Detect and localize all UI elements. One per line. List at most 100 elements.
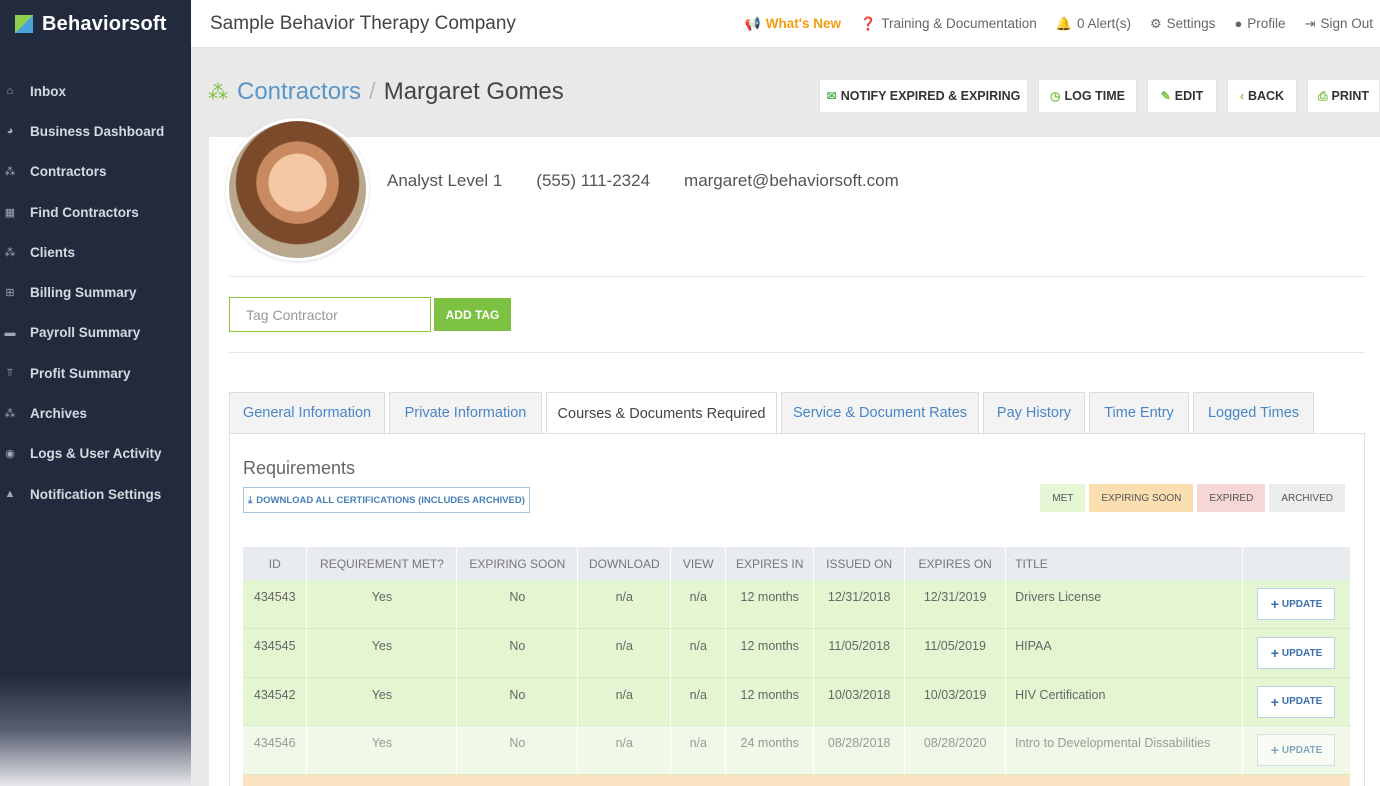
eye-icon: ◉ xyxy=(5,448,15,461)
behaviorsoft-logo-icon xyxy=(15,15,33,33)
cell-issued-on: 08/28/2018 xyxy=(813,725,906,775)
company-name: Sample Behavior Therapy Company xyxy=(210,12,516,34)
sidebar-item-archives[interactable]: ⁂ Archives xyxy=(0,393,191,433)
question-circle-icon: ❓ xyxy=(860,15,877,31)
profile-link[interactable]: ● Profile xyxy=(1234,16,1285,31)
column-header-requirement-met[interactable]: REQUIREMENT MET? xyxy=(306,547,458,580)
sidebar-item-profit-summary[interactable]: ⫪ Profit Summary xyxy=(0,353,191,393)
edit-label: EDIT xyxy=(1174,89,1204,103)
sidebar-item-billing-summary[interactable]: ⊞ Billing Summary xyxy=(0,272,191,312)
requirements-table: ID REQUIREMENT MET? EXPIRING SOON DOWNLO… xyxy=(243,547,1352,786)
column-header-issued-on[interactable]: ISSUED ON xyxy=(813,547,906,580)
cell-expiring-soon: No xyxy=(456,677,579,726)
table-row: 434545 Yes No n/a n/a 12 months 11/05/20… xyxy=(243,628,1352,678)
cell-actions: + UPDATE xyxy=(1242,725,1352,775)
print-icon: ⎙ xyxy=(1317,88,1328,103)
legend-expiring-soon: EXPIRING SOON xyxy=(1089,484,1194,512)
users-icon: ⁂ xyxy=(4,408,16,421)
tab-bar: General Information Private Information … xyxy=(229,392,1318,434)
column-header-expires-in[interactable]: EXPIRES IN xyxy=(725,547,815,580)
cell-download: n/a xyxy=(577,677,672,726)
back-button[interactable]: ‹ BACK xyxy=(1227,79,1297,113)
edit-button[interactable]: ✎ EDIT xyxy=(1147,79,1217,113)
table-row: 434546 Yes No n/a n/a 24 months 08/28/20… xyxy=(243,725,1352,775)
top-bar: Sample Behavior Therapy Company 📢 What's … xyxy=(191,0,1380,48)
contractor-phone: (555) 111-2324 xyxy=(536,171,651,190)
sidebar-item-label: Inbox xyxy=(30,83,66,99)
plus-icon: + xyxy=(1270,742,1279,758)
users-icon: ⁂ xyxy=(4,166,16,179)
tab-time-entry[interactable]: Time Entry xyxy=(1089,392,1189,433)
sidebar-item-label: Contractors xyxy=(30,164,107,180)
bell-icon: 🔔 xyxy=(1055,15,1072,31)
update-button[interactable]: + UPDATE xyxy=(1257,734,1336,766)
cell-view: n/a xyxy=(670,628,727,678)
sidebar-item-find-contractors[interactable]: ▦ Find Contractors xyxy=(0,192,191,232)
notify-label: NOTIFY EXPIRED & EXPIRING xyxy=(840,89,1021,103)
sidebar-item-label: Billing Summary xyxy=(30,285,137,301)
log-time-button[interactable]: ◷ LOG TIME xyxy=(1038,79,1137,113)
sidebar-item-payroll-summary[interactable]: ▬ Payroll Summary xyxy=(0,313,191,353)
tab-service-document-rates[interactable]: Service & Document Rates xyxy=(781,392,979,433)
sidebar-item-inbox[interactable]: ⌂ Inbox xyxy=(0,71,191,111)
sidebar-item-notification-settings[interactable]: ▲ Notification Settings xyxy=(0,474,191,514)
users-icon: ⁂ xyxy=(4,246,16,259)
cell-expires-in: 24 months xyxy=(725,725,815,775)
cell-expiring-soon: No xyxy=(456,628,579,678)
cell-actions: + UPDATE xyxy=(1242,677,1352,726)
cell-id: 434546 xyxy=(243,725,308,775)
page-title: Margaret Gomes xyxy=(383,78,564,105)
download-all-certifications-button[interactable]: ⤓ DOWNLOAD ALL CERTIFICATIONS (INCLUDES A… xyxy=(243,487,530,513)
legend-archived: ARCHIVED xyxy=(1269,484,1345,512)
divider xyxy=(229,352,1365,353)
bank-icon: ⫪ xyxy=(6,366,14,379)
tab-private-information[interactable]: Private Information xyxy=(389,392,542,433)
tab-pay-history[interactable]: Pay History xyxy=(983,392,1085,433)
sidebar-item-label: Archives xyxy=(30,406,88,422)
training-link[interactable]: ❓ Training & Documentation xyxy=(860,16,1037,32)
envelope-icon: ✉ xyxy=(826,89,837,103)
legend-expired: EXPIRED xyxy=(1197,484,1266,512)
cell-expiring-soon: No xyxy=(456,725,579,775)
update-button[interactable]: + UPDATE xyxy=(1257,637,1336,669)
notify-expired-button[interactable]: ✉ NOTIFY EXPIRED & EXPIRING xyxy=(819,79,1028,113)
column-header-title[interactable]: TITLE xyxy=(1005,547,1243,580)
contractor-level: Analyst Level 1 xyxy=(387,171,503,190)
money-icon: ▬ xyxy=(4,326,16,339)
alerts-link[interactable]: 🔔 0 Alert(s) xyxy=(1056,16,1131,32)
pencil-icon: ✎ xyxy=(1160,89,1171,103)
tab-general-information[interactable]: General Information xyxy=(229,392,385,433)
column-header-expires-on[interactable]: EXPIRES ON xyxy=(904,547,1007,580)
whats-new-link[interactable]: 📢 What's New xyxy=(745,16,841,32)
sidebar-item-clients[interactable]: ⁂ Clients xyxy=(0,232,191,272)
brand[interactable]: Behaviorsoft xyxy=(0,0,191,48)
print-button[interactable]: ⎙ PRINT xyxy=(1307,79,1380,113)
tab-courses-documents[interactable]: Courses & Documents Required xyxy=(546,392,777,434)
column-header-view[interactable]: VIEW xyxy=(670,547,727,580)
sidebar-item-logs[interactable]: ◉ Logs & User Activity xyxy=(0,434,191,474)
cell-id: 434545 xyxy=(243,628,308,678)
column-header-expiring-soon[interactable]: EXPIRING SOON xyxy=(456,547,579,580)
sidebar-item-contractors[interactable]: ⁂ Contractors xyxy=(0,152,191,192)
cell-actions: + UPDATE xyxy=(1242,628,1352,678)
update-button[interactable]: + UPDATE xyxy=(1257,588,1336,620)
sidebar-item-label: Notification Settings xyxy=(30,486,162,502)
cell-expires-on: 08/28/2020 xyxy=(904,725,1007,775)
sign-out-link[interactable]: ⇥ Sign Out xyxy=(1305,16,1373,32)
update-button[interactable]: + UPDATE xyxy=(1257,685,1336,718)
cell-view: n/a xyxy=(670,677,727,726)
column-header-actions xyxy=(1242,547,1352,580)
column-header-id[interactable]: ID xyxy=(243,547,308,580)
breadcrumb-contractors[interactable]: Contractors xyxy=(237,78,361,106)
requirements-title: Requirements xyxy=(243,458,356,478)
settings-label: Settings xyxy=(1166,16,1216,31)
tag-contractor-input[interactable]: Tag Contractor xyxy=(229,297,431,332)
column-header-download[interactable]: DOWNLOAD xyxy=(577,547,672,580)
settings-link[interactable]: ⚙ Settings xyxy=(1150,16,1215,32)
status-legend: MET EXPIRING SOON EXPIRED ARCHIVED xyxy=(1040,484,1345,512)
alerts-label: 0 Alert(s) xyxy=(1076,16,1131,31)
add-tag-button[interactable]: ADD TAG xyxy=(434,298,511,331)
tab-logged-times[interactable]: Logged Times xyxy=(1193,392,1314,433)
sidebar: Behaviorsoft ⌂ Inbox ◕ Business Dashboard … xyxy=(0,0,191,786)
sidebar-item-business-dashboard[interactable]: ◕ Business Dashboard xyxy=(0,111,191,151)
